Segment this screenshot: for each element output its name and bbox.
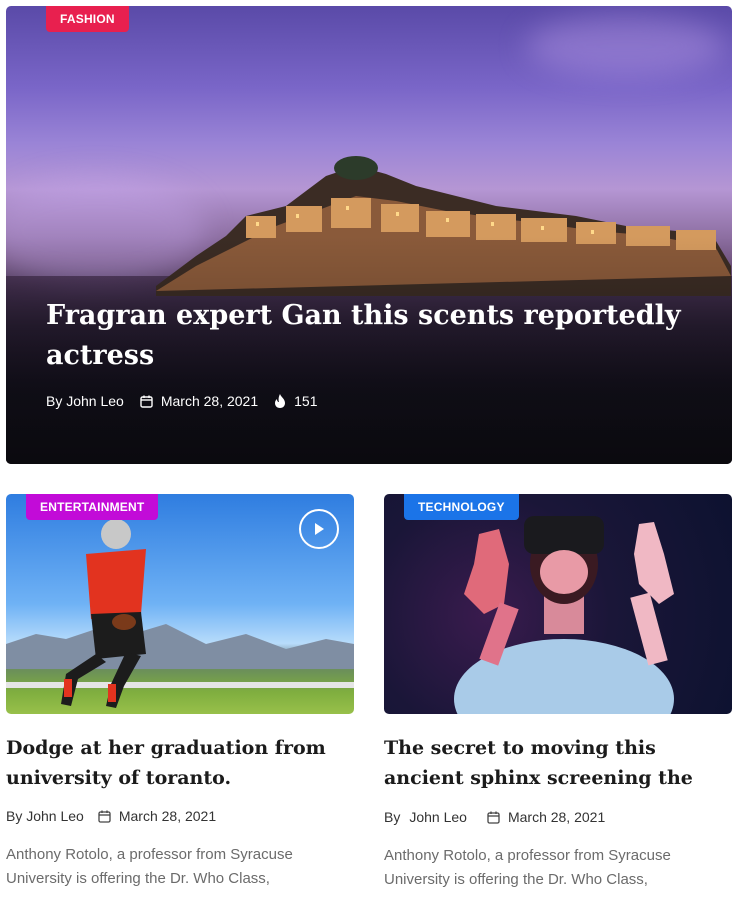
post-title[interactable]: The secret to moving this ancient sphinx… (384, 733, 724, 793)
post-image-vr[interactable] (384, 494, 732, 714)
play-video-button[interactable] (299, 509, 339, 549)
calendar-icon (98, 810, 111, 823)
vr-headset-woman-illustration (454, 516, 674, 714)
calendar-icon (487, 811, 500, 824)
category-badge-entertainment[interactable]: ENTERTAINMENT (26, 494, 159, 520)
post-date: March 28, 2021 (118, 808, 217, 824)
featured-meta: By John Leo March 28, 2021 151 (46, 392, 318, 410)
featured-title[interactable]: Fragran expert Gan this scents reportedl… (46, 296, 686, 376)
category-badge-technology[interactable]: TECHNOLOGY (404, 494, 519, 520)
author-link[interactable]: By John Leo (6, 808, 84, 824)
view-count: 151 (294, 393, 318, 409)
calendar-icon (140, 395, 153, 408)
post-meta: By John Leo March 28, 2021 (6, 807, 216, 825)
post-date: March 28, 2021 (160, 393, 259, 409)
post-meta: By John Leo March 28, 2021 (384, 808, 605, 826)
post-excerpt: Anthony Rotolo, a professor from Syracus… (384, 847, 671, 888)
post-excerpt: Anthony Rotolo, a professor from Syracus… (6, 846, 293, 887)
author-link[interactable]: John Leo (409, 809, 467, 825)
author-link[interactable]: By John Leo (46, 393, 124, 409)
post-title[interactable]: Dodge at her graduation from university … (6, 733, 346, 793)
category-badge-fashion[interactable]: FASHION (46, 6, 129, 32)
author-prefix: By (384, 809, 401, 825)
cloud-shape (526, 16, 726, 76)
post-date: March 28, 2021 (507, 809, 606, 825)
fire-icon (274, 394, 286, 408)
play-icon (315, 523, 324, 535)
